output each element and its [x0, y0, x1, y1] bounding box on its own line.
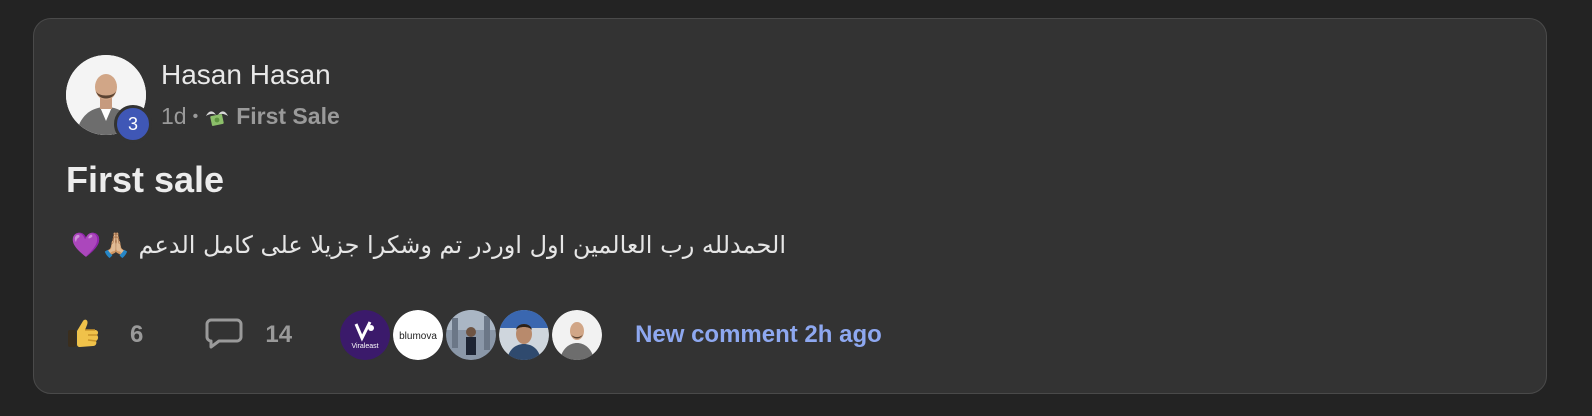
author-name[interactable]: Hasan Hasan	[161, 59, 331, 91]
meta-separator: •	[192, 107, 199, 125]
post-card: 3 Hasan Hasan 1d • First Sale First sale…	[33, 18, 1547, 394]
post-time: 1d	[161, 103, 187, 129]
commenter-avatar[interactable]	[499, 310, 550, 360]
commenter-logo-text: blumova	[399, 331, 437, 342]
commenter-avatars[interactable]: Viraleast blumova	[340, 310, 605, 360]
new-comment-link[interactable]: New comment 2h ago	[635, 321, 882, 349]
comment-icon	[205, 317, 243, 354]
commenter-avatar[interactable]	[552, 310, 603, 360]
commenter-avatar[interactable]: Viraleast	[340, 310, 391, 360]
post-category[interactable]: First Sale	[236, 103, 340, 130]
thumbs-up-icon	[66, 317, 100, 354]
post-meta: 1d • First Sale	[161, 103, 340, 130]
post-footer: 6 14 Viraleast blumova New comment 2h ag…	[66, 309, 882, 361]
comment-button[interactable]: 14	[205, 317, 292, 354]
commenter-avatar[interactable]	[446, 310, 497, 360]
comment-count: 14	[265, 321, 293, 348]
money-with-wings-icon	[204, 106, 230, 128]
post-body: الحمدلله رب العالمين اول اوردر تم وشكرا …	[71, 231, 786, 259]
commenter-logo-text: Viraleast	[352, 343, 379, 350]
like-button[interactable]: 6	[66, 317, 143, 354]
author-avatar-wrap[interactable]: 3	[66, 55, 152, 143]
like-count: 6	[130, 321, 144, 348]
commenter-avatar[interactable]: blumova	[393, 310, 444, 360]
level-badge: 3	[114, 105, 152, 143]
post-title[interactable]: First sale	[66, 159, 224, 201]
